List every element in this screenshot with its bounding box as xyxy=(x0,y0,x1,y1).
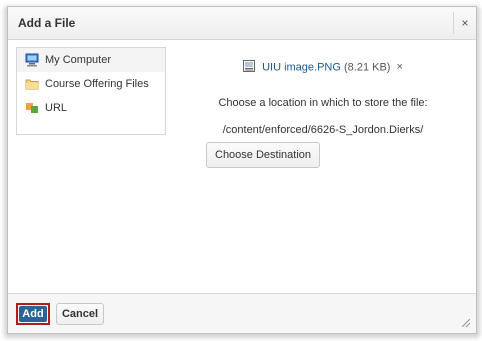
selected-file: UIU image.PNG (8.21 KB) × xyxy=(178,60,468,75)
sidebar-item-url[interactable]: URL xyxy=(17,96,165,120)
sidebar-item-label: Course Offering Files xyxy=(45,78,149,90)
sidebar-item-label: My Computer xyxy=(45,54,112,66)
add-button-label: Add xyxy=(19,306,47,322)
close-button[interactable]: × xyxy=(453,12,476,34)
computer-icon xyxy=(25,53,39,67)
source-sidebar: My Computer Course Offering Files URL xyxy=(16,47,166,135)
close-icon: × xyxy=(461,16,469,30)
location-prompt: Choose a location in which to store the … xyxy=(218,97,428,109)
sidebar-item-label: URL xyxy=(45,102,68,114)
file-name-link[interactable]: UIU image.PNG xyxy=(262,61,341,73)
url-icon xyxy=(25,101,39,115)
sidebar-item-my-computer[interactable]: My Computer xyxy=(17,48,165,72)
choose-destination-button[interactable]: Choose Destination xyxy=(206,142,321,168)
main-panel: UIU image.PNG (8.21 KB) × Choose a locat… xyxy=(178,47,468,168)
cancel-button[interactable]: Cancel xyxy=(56,303,104,325)
add-file-dialog: Add a File × My Computer Course Offering… xyxy=(7,6,477,334)
sidebar-item-course-offering-files[interactable]: Course Offering Files xyxy=(17,72,165,96)
dialog-title: Add a File xyxy=(18,16,76,30)
remove-file-icon[interactable]: × xyxy=(397,61,403,73)
dialog-footer: Add Cancel xyxy=(8,293,476,333)
add-button[interactable]: Add xyxy=(16,303,50,325)
folder-icon xyxy=(25,77,39,91)
resize-handle-icon[interactable] xyxy=(462,319,470,327)
dialog-header: Add a File × xyxy=(8,7,476,40)
file-size: (8.21 KB) xyxy=(344,61,391,74)
destination-path: /content/enforced/6626-S_Jordon.Dierks/ xyxy=(222,124,424,136)
file-image-icon xyxy=(243,60,256,75)
